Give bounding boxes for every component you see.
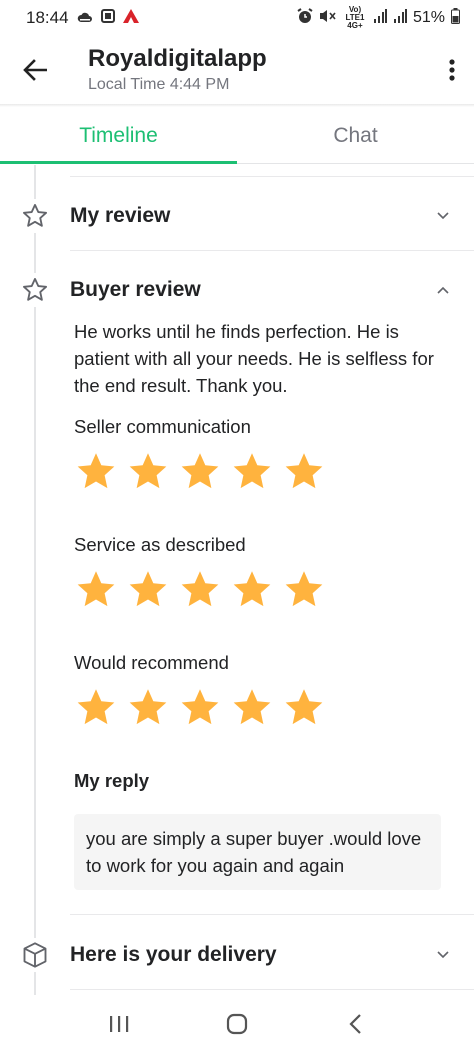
back-arrow-icon <box>23 59 47 81</box>
package-icon <box>18 938 52 972</box>
system-back-button[interactable] <box>330 999 380 1049</box>
star-icon <box>129 571 167 607</box>
back-button[interactable] <box>0 36 70 104</box>
rating-label-would-recommend: Would recommend <box>74 652 229 673</box>
rating-label-service-as-described: Service as described <box>74 534 246 555</box>
rating-stars <box>74 568 326 612</box>
divider <box>70 914 474 915</box>
network-label: Vo) LTE1 4G+ <box>345 5 365 30</box>
star-outline-icon <box>18 273 52 307</box>
signal-icon-2 <box>393 8 407 28</box>
star-icon <box>233 571 271 607</box>
my-reply-label: My reply <box>74 770 150 791</box>
star-icon <box>181 689 219 725</box>
star-icon <box>77 571 115 607</box>
tab-bar: Timeline Chat <box>0 108 474 164</box>
divider <box>70 989 474 990</box>
tab-timeline[interactable]: Timeline <box>0 108 237 164</box>
buyer-review-title: Buyer review <box>70 278 201 301</box>
home-icon <box>226 1013 248 1035</box>
recent-apps-button[interactable] <box>94 999 144 1049</box>
status-bar: 18:44 Vo) LTE1 4G+ 51% <box>0 0 474 36</box>
signal-icon <box>373 8 387 28</box>
app-header: Royaldigitalapp Local Time 4:44 PM <box>0 36 474 104</box>
star-icon <box>181 571 219 607</box>
divider <box>70 250 474 251</box>
battery-icon <box>451 7 460 29</box>
star-icon <box>233 453 271 489</box>
rating-stars <box>74 450 326 494</box>
home-button[interactable] <box>212 999 262 1049</box>
tab-chat[interactable]: Chat <box>237 108 474 163</box>
star-icon <box>129 453 167 489</box>
more-vertical-icon <box>449 59 455 81</box>
star-icon <box>285 689 323 725</box>
star-icon <box>77 453 115 489</box>
contact-name: Royaldigitalapp <box>88 45 267 72</box>
rating-stars <box>74 686 326 730</box>
chevron-down-icon[interactable] <box>434 207 452 225</box>
alarm-icon <box>297 7 313 29</box>
battery-percent: 51% <box>412 9 445 26</box>
cloud-icon <box>77 8 93 28</box>
buyer-review-row[interactable]: Buyer review <box>0 268 474 312</box>
recent-apps-icon <box>110 1016 129 1032</box>
delivery-title: Here is your delivery <box>70 943 277 966</box>
star-icon <box>181 453 219 489</box>
star-icon <box>233 689 271 725</box>
rating-label-seller-communication: Seller communication <box>74 416 251 437</box>
header-shadow <box>0 104 474 107</box>
gallery-icon <box>100 8 115 28</box>
star-outline-icon <box>18 199 52 233</box>
star-icon <box>129 689 167 725</box>
delivery-row[interactable]: Here is your delivery <box>0 933 474 977</box>
chevron-left-icon <box>349 1014 361 1034</box>
mute-icon <box>319 9 337 28</box>
star-icon <box>77 689 115 725</box>
my-reply-text: you are simply a super buyer .would love… <box>74 814 441 890</box>
my-review-row[interactable]: My review <box>0 194 474 238</box>
divider <box>70 176 474 177</box>
my-review-title: My review <box>70 204 171 227</box>
star-icon <box>285 453 323 489</box>
local-time: Local Time 4:44 PM <box>88 76 230 93</box>
more-options-button[interactable] <box>430 36 474 104</box>
status-time: 18:44 <box>26 8 69 27</box>
buyer-review-text: He works until he finds perfection. He i… <box>74 321 434 396</box>
chevron-up-icon[interactable] <box>434 281 452 299</box>
star-icon <box>285 571 323 607</box>
system-nav-bar <box>0 995 474 1053</box>
app-notification-icon <box>122 8 139 28</box>
chevron-down-icon[interactable] <box>434 946 452 964</box>
